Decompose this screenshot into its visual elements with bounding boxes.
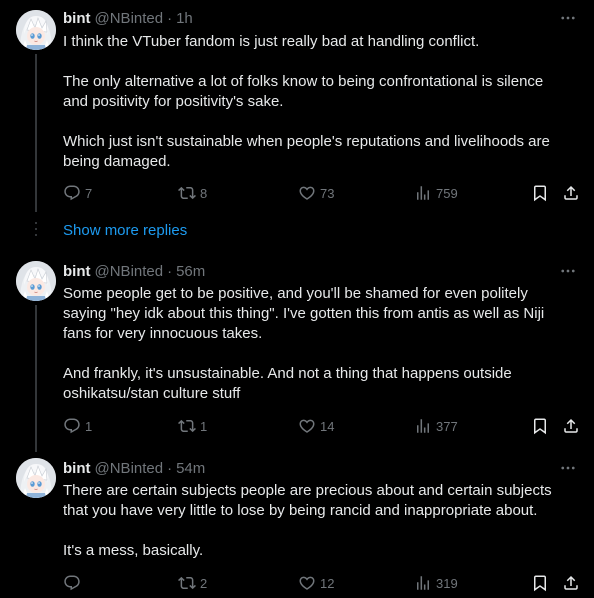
thread-ellipsis	[35, 222, 37, 242]
reply-button[interactable]	[63, 573, 85, 593]
avatar-illustration	[16, 10, 56, 50]
repost-button[interactable]: 2	[178, 573, 207, 593]
avatar[interactable]	[16, 458, 56, 498]
views-icon	[414, 417, 432, 435]
share-button[interactable]	[562, 183, 580, 203]
bookmark-button[interactable]	[531, 183, 549, 203]
more-dots-icon	[559, 459, 577, 477]
like-button[interactable]: 12	[298, 573, 334, 593]
author-name[interactable]: bint	[63, 10, 91, 27]
views-icon	[414, 574, 432, 592]
repost-icon	[178, 184, 196, 202]
repost-icon	[178, 417, 196, 435]
action-bar: 7 8 73 759	[63, 183, 585, 203]
author-handle[interactable]: @NBinted	[95, 263, 164, 280]
show-more-replies-link[interactable]: Show more replies	[63, 222, 187, 239]
repost-count: 1	[200, 418, 208, 434]
more-options-button[interactable]	[556, 261, 580, 281]
repost-button[interactable]: 1	[178, 416, 207, 436]
tweet-header: bint @NBinted · 54m	[63, 458, 205, 478]
like-icon	[298, 417, 316, 435]
reply-count: 1	[85, 418, 93, 434]
tweet-paragraph: Some people get to be positive, and you'…	[63, 285, 545, 342]
tweet-text: Some people get to be positive, and you'…	[63, 284, 583, 404]
view-count: 759	[436, 185, 458, 201]
like-icon	[298, 574, 316, 592]
tweet-text: There are certain subjects people are pr…	[63, 481, 583, 561]
author-name[interactable]: bint	[63, 263, 91, 280]
tweet-paragraph: Which just isn't sustainable when people…	[63, 133, 550, 170]
share-icon	[562, 417, 580, 435]
share-button[interactable]	[562, 416, 580, 436]
like-count: 73	[320, 185, 335, 201]
tweet-paragraph: There are certain subjects people are pr…	[63, 482, 552, 519]
like-icon	[298, 184, 316, 202]
avatar[interactable]	[16, 261, 56, 301]
tweet-2[interactable]: bint @NBinted · 56m Some people get to b…	[0, 255, 594, 452]
views-button[interactable]: 319	[414, 573, 458, 593]
bookmark-icon	[531, 574, 549, 592]
thread-line	[35, 305, 37, 452]
reply-button[interactable]: 7	[63, 183, 92, 203]
author-handle[interactable]: @NBinted	[95, 10, 164, 27]
more-dots-icon	[559, 262, 577, 280]
reply-icon	[63, 574, 81, 592]
tweet-3[interactable]: bint @NBinted · 54m There are certain su…	[0, 452, 594, 598]
bookmark-button[interactable]	[531, 573, 549, 593]
reply-icon	[63, 184, 81, 202]
bookmark-button[interactable]	[531, 416, 549, 436]
more-options-button[interactable]	[556, 458, 580, 478]
action-bar: 2 12 319	[63, 573, 585, 593]
timestamp[interactable]: 1h	[176, 10, 193, 27]
views-icon	[414, 184, 432, 202]
share-icon	[562, 574, 580, 592]
author-name[interactable]: bint	[63, 460, 91, 477]
reply-button[interactable]: 1	[63, 416, 92, 436]
tweet-paragraph: It's a mess, basically.	[63, 542, 204, 559]
tweet-paragraph: The only alternative a lot of folks know…	[63, 73, 544, 110]
repost-count: 8	[200, 185, 208, 201]
views-button[interactable]: 759	[414, 183, 458, 203]
tweet-header: bint @NBinted · 1h	[63, 8, 193, 28]
more-options-button[interactable]	[556, 8, 580, 28]
reply-icon	[63, 417, 81, 435]
like-button[interactable]: 14	[298, 416, 334, 436]
tweet-header: bint @NBinted · 56m	[63, 261, 205, 281]
repost-count: 2	[200, 575, 208, 591]
author-handle[interactable]: @NBinted	[95, 460, 164, 477]
separator: ·	[167, 459, 173, 477]
tweet-paragraph: I think the VTuber fandom is just really…	[63, 33, 480, 50]
action-bar: 1 1 14 377	[63, 416, 585, 436]
bookmark-icon	[531, 184, 549, 202]
tweet-text: I think the VTuber fandom is just really…	[63, 32, 583, 172]
avatar-illustration	[16, 458, 56, 498]
more-dots-icon	[559, 9, 577, 27]
separator: ·	[167, 9, 173, 27]
like-button[interactable]: 73	[298, 183, 334, 203]
thread-line	[35, 54, 37, 212]
share-button[interactable]	[562, 573, 580, 593]
view-count: 377	[436, 418, 458, 434]
tweet-paragraph: And frankly, it's unsustainable. And not…	[63, 365, 512, 402]
like-count: 12	[320, 575, 335, 591]
like-count: 14	[320, 418, 335, 434]
views-button[interactable]: 377	[414, 416, 458, 436]
separator: ·	[167, 262, 173, 280]
timestamp[interactable]: 54m	[176, 460, 205, 477]
tweet-1[interactable]: bint @NBinted · 1h I think the VTuber fa…	[0, 0, 594, 222]
reply-count: 7	[85, 185, 93, 201]
view-count: 319	[436, 575, 458, 591]
share-icon	[562, 184, 580, 202]
timestamp[interactable]: 56m	[176, 263, 205, 280]
avatar[interactable]	[16, 10, 56, 50]
avatar-illustration	[16, 261, 56, 301]
repost-icon	[178, 574, 196, 592]
bookmark-icon	[531, 417, 549, 435]
repost-button[interactable]: 8	[178, 183, 207, 203]
